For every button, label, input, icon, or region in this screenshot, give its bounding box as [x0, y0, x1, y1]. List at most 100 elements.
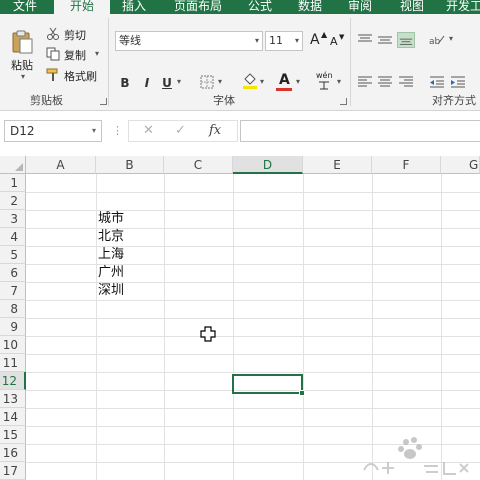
tab-view[interactable]: 视图: [392, 0, 432, 14]
column-header-c[interactable]: C: [164, 156, 233, 174]
tab-developer[interactable]: 开发工: [444, 0, 480, 14]
row-header-6[interactable]: 6: [0, 264, 26, 282]
insert-function-icon[interactable]: fx: [209, 123, 221, 138]
cell-b7[interactable]: 深圳: [98, 282, 164, 300]
formula-input[interactable]: [240, 120, 480, 142]
tab-file[interactable]: 文件: [0, 0, 50, 14]
gridline: [26, 282, 480, 283]
grow-font-button[interactable]: A: [310, 32, 320, 48]
shrink-font-caret-icon: ▼: [339, 33, 345, 41]
column-header-b[interactable]: B: [96, 156, 164, 174]
fill-color-bucket-icon[interactable]: [242, 72, 258, 90]
font-color-swatch: [276, 88, 292, 91]
row-header-7[interactable]: 7: [0, 282, 26, 300]
fill-color-dropdown-icon[interactable]: ▾: [260, 77, 264, 86]
formula-bar-grip-icon[interactable]: ⋮: [112, 124, 123, 137]
italic-button[interactable]: I: [140, 76, 154, 90]
tab-data[interactable]: 数据: [290, 0, 330, 14]
copy-icon[interactable]: [46, 47, 60, 61]
cut-scissors-icon[interactable]: [46, 27, 60, 41]
decrease-indent-icon[interactable]: [428, 74, 446, 90]
row-header-5[interactable]: 5: [0, 246, 26, 264]
row-header-12[interactable]: 12: [0, 372, 26, 390]
cell-b5[interactable]: 上海: [98, 246, 164, 264]
text-orientation-dropdown-icon[interactable]: ▾: [449, 34, 453, 43]
paste-dropdown-arrow[interactable]: ▾: [21, 72, 25, 81]
tab-insert[interactable]: 插入: [112, 0, 156, 14]
align-top-icon[interactable]: [356, 32, 374, 48]
row-header-3[interactable]: 3: [0, 210, 26, 228]
font-group-label: 字体: [213, 94, 235, 107]
column-header-a[interactable]: A: [26, 156, 96, 174]
font-size-dropdown-icon[interactable]: ▾: [295, 32, 299, 50]
copy-button[interactable]: 复制: [64, 47, 86, 63]
font-size-combo[interactable]: 11 ▾: [265, 31, 303, 51]
gridline: [26, 246, 480, 247]
row-header-1[interactable]: 1: [0, 174, 26, 192]
fill-handle[interactable]: [299, 390, 305, 396]
bold-button[interactable]: B: [118, 76, 132, 90]
font-dialog-launcher-icon[interactable]: [340, 98, 347, 105]
select-all-corner[interactable]: [0, 156, 26, 174]
phonetic-dropdown-icon[interactable]: ▾: [337, 77, 341, 86]
column-header-d[interactable]: D: [233, 156, 303, 174]
row-header-2[interactable]: 2: [0, 192, 26, 210]
font-name-combo[interactable]: 等线 ▾: [115, 31, 263, 51]
underline-button[interactable]: U: [160, 76, 174, 90]
phonetic-guide-button[interactable]: wén: [316, 71, 333, 80]
clipboard-group-label: 剪贴板: [30, 94, 63, 107]
tab-formulas[interactable]: 公式: [240, 0, 280, 14]
column-header-e[interactable]: E: [303, 156, 372, 174]
tab-home[interactable]: 开始: [54, 0, 110, 14]
borders-dropdown-icon[interactable]: ▾: [218, 77, 222, 86]
row-header-11[interactable]: 11: [0, 354, 26, 372]
enter-icon[interactable]: ✓: [175, 123, 186, 138]
row-header-15[interactable]: 15: [0, 426, 26, 444]
clipboard-dialog-launcher-icon[interactable]: [100, 98, 107, 105]
shrink-font-button[interactable]: A: [330, 35, 338, 48]
font-name-value: 等线: [119, 34, 141, 47]
row-header-14[interactable]: 14: [0, 408, 26, 426]
active-cell-d12[interactable]: [232, 374, 303, 394]
paste-clipboard-icon[interactable]: [11, 30, 33, 54]
cell-b3[interactable]: 城市: [98, 210, 164, 228]
row-header-9[interactable]: 9: [0, 318, 26, 336]
align-right-icon[interactable]: [397, 74, 415, 90]
baidu-watermark-icon: [363, 437, 469, 475]
tab-page-layout[interactable]: 页面布局: [166, 0, 230, 14]
format-painter-icon[interactable]: [46, 68, 60, 82]
name-box-dropdown-icon[interactable]: ▾: [92, 121, 96, 141]
align-center-icon[interactable]: [376, 74, 394, 90]
font-name-dropdown-icon[interactable]: ▾: [255, 32, 259, 50]
text-orientation-icon[interactable]: ab: [428, 32, 446, 48]
worksheet-grid[interactable]: A B C D E F G 1 2 3 4 5 6 7 8 9 10 11 12…: [0, 156, 480, 480]
name-box[interactable]: D12 ▾: [4, 120, 102, 142]
gridline: [26, 318, 480, 319]
row-header-16[interactable]: 16: [0, 444, 26, 462]
cell-b6[interactable]: 广州: [98, 264, 164, 282]
column-header-g[interactable]: G: [441, 156, 480, 174]
gridline: [26, 408, 480, 409]
increase-indent-icon[interactable]: [449, 74, 467, 90]
align-left-icon[interactable]: [356, 74, 374, 90]
align-middle-icon[interactable]: [376, 32, 394, 48]
formula-bar: D12 ▾ ⋮ ✕ ✓ fx: [0, 112, 480, 148]
row-header-17[interactable]: 17: [0, 462, 26, 480]
cell-b4[interactable]: 北京: [98, 228, 164, 246]
font-color-button[interactable]: A: [279, 72, 290, 88]
paste-button[interactable]: 粘贴: [11, 57, 33, 73]
row-header-13[interactable]: 13: [0, 390, 26, 408]
column-header-f[interactable]: F: [372, 156, 441, 174]
row-header-4[interactable]: 4: [0, 228, 26, 246]
cut-button[interactable]: 剪切: [64, 27, 86, 43]
align-bottom-icon[interactable]: [397, 32, 415, 48]
row-header-8[interactable]: 8: [0, 300, 26, 318]
underline-dropdown-icon[interactable]: ▾: [177, 77, 181, 86]
tab-review[interactable]: 审阅: [340, 0, 380, 14]
copy-dropdown-arrow[interactable]: ▾: [95, 49, 99, 58]
borders-icon[interactable]: [200, 75, 214, 89]
row-header-10[interactable]: 10: [0, 336, 26, 354]
cancel-icon[interactable]: ✕: [143, 123, 154, 138]
format-painter-button[interactable]: 格式刷: [64, 68, 97, 84]
font-color-dropdown-icon[interactable]: ▾: [296, 77, 300, 86]
